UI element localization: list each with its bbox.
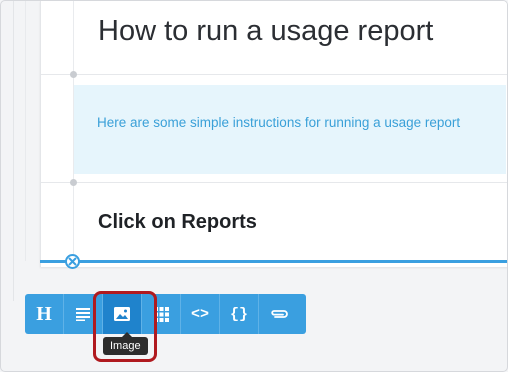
code-button[interactable]: <>: [181, 294, 220, 334]
page-title[interactable]: How to run a usage report: [98, 15, 433, 48]
paperclip-icon: [270, 310, 288, 318]
block-divider: [41, 182, 507, 183]
editor-frame: How to run a usage report Here are some …: [0, 0, 508, 372]
close-icon: [68, 257, 77, 266]
heading-icon: H: [36, 302, 52, 325]
image-tooltip: Image: [103, 332, 148, 355]
callout-text: Here are some simple instructions for ru…: [97, 115, 461, 130]
block-handle-dot[interactable]: [70, 71, 77, 78]
document-card: How to run a usage report Here are some …: [40, 1, 507, 267]
step-heading[interactable]: Click on Reports: [98, 211, 257, 234]
block-divider: [41, 74, 507, 75]
attachment-button[interactable]: [259, 294, 298, 334]
block-handle-dot[interactable]: [70, 179, 77, 186]
left-guide: [13, 1, 14, 301]
paragraph-icon: [76, 308, 90, 321]
info-callout[interactable]: Here are some simple instructions for ru…: [74, 85, 506, 174]
insert-line: [40, 260, 507, 263]
code-icon: <>: [190, 305, 209, 323]
close-insert-button[interactable]: [65, 254, 80, 269]
braces-icon: {}: [229, 305, 248, 323]
left-guide-inner: [25, 1, 26, 261]
insert-toolbar: H <> {}: [25, 294, 306, 334]
code-block-button[interactable]: {}: [220, 294, 259, 334]
heading-button[interactable]: H: [25, 294, 64, 334]
